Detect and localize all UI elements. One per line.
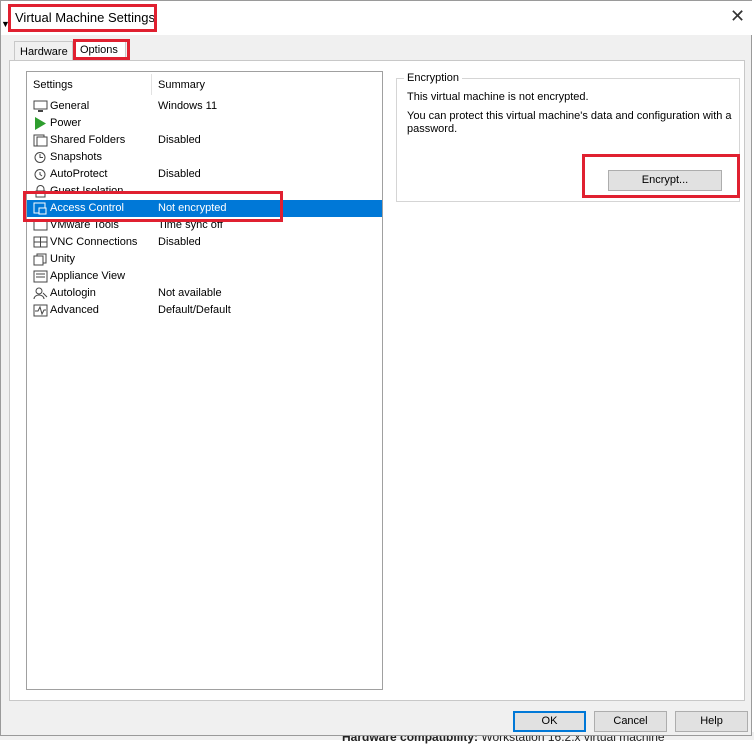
column-divider[interactable] <box>151 74 152 95</box>
list-item-shared-folders[interactable]: Shared Folders Disabled <box>27 132 382 149</box>
snapshot-icon <box>34 152 46 163</box>
appliance-icon <box>33 270 48 283</box>
play-icon <box>35 117 46 130</box>
encryption-status: This virtual machine is not encrypted. <box>407 91 589 103</box>
list-item-autologin[interactable]: Autologin Not available <box>27 285 382 302</box>
advanced-icon <box>33 304 48 317</box>
highlight-encrypt-button <box>582 154 740 198</box>
help-button[interactable]: Help <box>675 711 748 732</box>
encryption-description: You can protect this virtual machine's d… <box>407 110 732 135</box>
shared-folder-icon <box>33 134 48 147</box>
highlight-access-control <box>23 191 283 222</box>
list-item-unity[interactable]: Unity <box>27 251 382 268</box>
list-item-power[interactable]: Power <box>27 115 382 132</box>
monitor-icon <box>33 100 48 112</box>
unity-icon <box>33 253 47 266</box>
encryption-group-title: Encryption <box>404 72 462 84</box>
cancel-button[interactable]: Cancel <box>594 711 667 732</box>
column-header-summary[interactable]: Summary <box>158 79 205 91</box>
vnc-icon <box>33 236 48 248</box>
tab-hardware[interactable]: Hardware <box>14 41 73 61</box>
ok-button[interactable]: OK <box>513 711 586 732</box>
list-item-appliance-view[interactable]: Appliance View <box>27 268 382 285</box>
vm-settings-dialog: ▼ Virtual Machine Settings ✕ Hardware Op… <box>0 0 753 736</box>
autologin-icon <box>33 287 48 300</box>
list-item-advanced[interactable]: Advanced Default/Default <box>27 302 382 319</box>
autoprotect-icon <box>34 169 46 180</box>
close-icon[interactable]: ✕ <box>730 7 745 25</box>
list-item-vnc-connections[interactable]: VNC Connections Disabled <box>27 234 382 251</box>
highlight-options-tab <box>73 39 130 60</box>
list-header: Settings Summary <box>27 72 382 97</box>
list-item-snapshots[interactable]: Snapshots <box>27 149 382 166</box>
list-item-general[interactable]: General Windows 11 <box>27 98 382 115</box>
highlight-title <box>8 4 157 32</box>
list-item-autoprotect[interactable]: AutoProtect Disabled <box>27 166 382 183</box>
settings-list[interactable]: Settings Summary General Windows 11 Powe… <box>26 71 383 690</box>
column-header-settings[interactable]: Settings <box>33 79 73 91</box>
